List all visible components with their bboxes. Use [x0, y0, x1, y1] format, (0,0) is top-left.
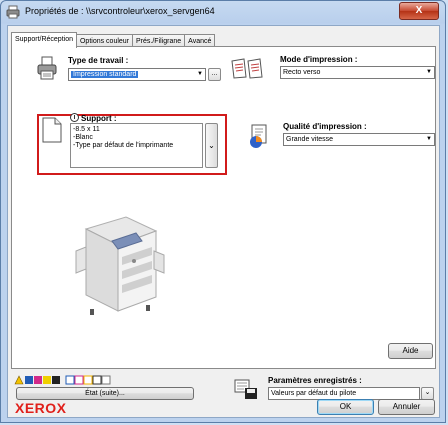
support-dropdown-button[interactable]: ⌄	[205, 123, 218, 168]
print-quality-label: Qualité d'impression :	[283, 122, 367, 131]
job-type-label: Type de travail :	[68, 56, 129, 65]
ok-button[interactable]: OK	[317, 399, 374, 415]
chevron-down-icon: ▼	[197, 71, 203, 77]
dialog-client-area: Support/Réception Options couleur Prés./…	[7, 25, 440, 418]
chevron-down-icon: ⌄	[424, 389, 431, 396]
quality-icon	[250, 124, 267, 148]
info-icon	[70, 113, 79, 122]
xerox-logo: XEROX	[15, 400, 67, 416]
chevron-down-icon: ⌄	[208, 141, 215, 150]
saved-settings-label: Paramètres enregistrés :	[268, 376, 362, 385]
chevron-down-icon: ▼	[426, 136, 432, 142]
support-line-color: -Blanc	[73, 134, 93, 141]
window-title: Propriétés de : \\srvcontroleur\xerox_se…	[25, 6, 215, 16]
print-mode-label: Mode d'impression :	[280, 55, 358, 64]
cancel-button[interactable]: Annuler	[378, 399, 435, 415]
print-mode-value: Recto verso	[283, 69, 321, 76]
job-type-value: Impression standard	[71, 71, 139, 78]
status-details-button[interactable]: État (suite)...	[16, 387, 194, 400]
job-type-more-button[interactable]: ...	[208, 68, 221, 81]
duplex-icon	[231, 58, 263, 79]
properties-dialog: Propriétés de : \\srvcontroleur\xerox_se…	[0, 0, 446, 423]
job-type-icon	[37, 56, 57, 80]
tab-panel: Type de travail : Impression standard ▼ …	[11, 46, 436, 369]
chevron-down-icon: ▼	[426, 69, 432, 75]
help-button[interactable]: Aide	[388, 343, 433, 359]
print-mode-select[interactable]: Recto verso ▼	[280, 66, 435, 79]
printer-icon	[6, 5, 20, 19]
title-bar[interactable]: Propriétés de : \\srvcontroleur\xerox_se…	[1, 1, 445, 23]
print-quality-value: Grande vitesse	[286, 136, 334, 143]
support-line-type: -Type par défaut de l'imprimante	[73, 142, 174, 149]
printer-illustration	[75, 216, 165, 315]
tab-support-reception[interactable]: Support/Réception	[11, 32, 77, 48]
tab-strip: Support/Réception Options couleur Prés./…	[11, 32, 216, 48]
support-summary[interactable]: -8.5 x 11 -Blanc -Type par défaut de l'i…	[70, 123, 203, 168]
status-indicators-icon	[14, 375, 111, 385]
saved-settings-icon	[234, 379, 257, 399]
support-line-size: -8.5 x 11	[73, 126, 100, 133]
print-quality-select[interactable]: Grande vitesse ▼	[283, 133, 435, 146]
paper-icon	[42, 117, 62, 143]
saved-settings-value: Valeurs par défaut du pilote	[271, 390, 357, 397]
job-type-select[interactable]: Impression standard ▼	[68, 68, 206, 81]
support-label: Support :	[81, 114, 117, 123]
close-button[interactable]: X	[399, 2, 439, 20]
